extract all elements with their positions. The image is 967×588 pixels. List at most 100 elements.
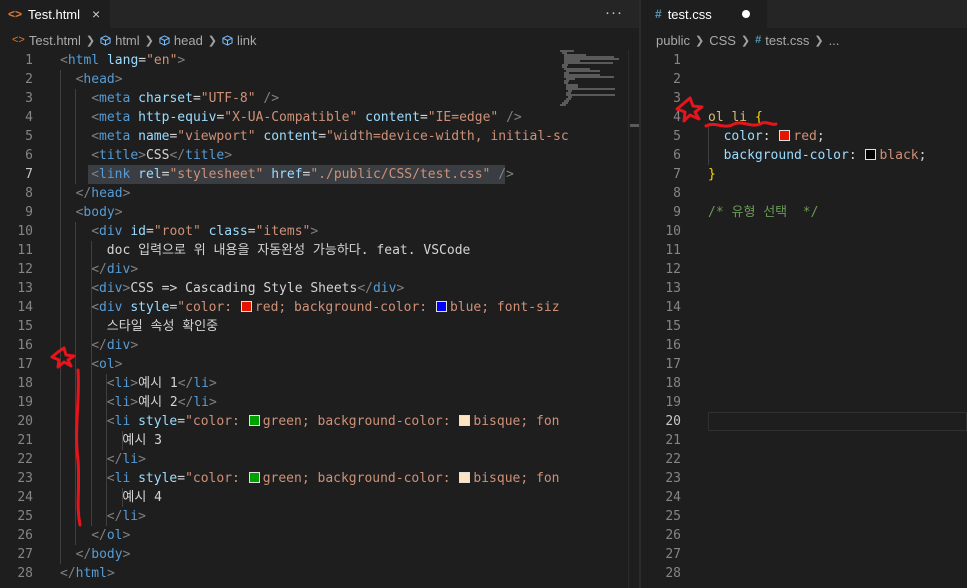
- line-number: 6: [25, 148, 33, 163]
- breadcrumb-html[interactable]: html: [100, 33, 140, 48]
- tab-test-css[interactable]: # test.css: [641, 0, 767, 28]
- code-text: <li style="color: green; background-colo…: [106, 414, 560, 429]
- code-line[interactable]: 15 스타일 속성 확인중: [0, 317, 639, 336]
- scrollbar-thumb[interactable]: [630, 124, 639, 127]
- code-line[interactable]: 2 <head>: [0, 70, 639, 89]
- line-number: 26: [665, 528, 681, 543]
- code-line[interactable]: 4 ol li {: [641, 108, 967, 127]
- breadcrumb-css-folder[interactable]: CSS: [709, 33, 736, 48]
- code-line[interactable]: 13: [641, 279, 967, 298]
- code-line[interactable]: 26 </ol>: [0, 526, 639, 545]
- code-line[interactable]: 10 <div id="root" class="items">: [0, 222, 639, 241]
- code-line[interactable]: 8 </head>: [0, 184, 639, 203]
- more-actions-icon[interactable]: ···: [605, 4, 623, 21]
- code-line[interactable]: 3: [641, 89, 967, 108]
- color-swatch[interactable]: [459, 415, 471, 426]
- color-swatch[interactable]: [240, 301, 252, 312]
- breadcrumb-head[interactable]: head: [159, 33, 203, 48]
- code-line[interactable]: 11 doc 입력으로 위 내용을 자동완성 가능하다. feat. VSCode: [0, 241, 639, 260]
- code-line[interactable]: 27: [641, 545, 967, 564]
- color-swatch[interactable]: [459, 472, 471, 483]
- symbol-cube-icon: [159, 34, 170, 46]
- code-text: color: red;: [723, 129, 825, 144]
- code-line[interactable]: 25 </li>: [0, 507, 639, 526]
- code-line[interactable]: 8: [641, 184, 967, 203]
- code-line[interactable]: 1: [641, 51, 967, 70]
- indent-guide: [75, 89, 76, 184]
- code-line[interactable]: 18 <li>예시 1</li>: [0, 374, 639, 393]
- line-number: 27: [17, 547, 33, 562]
- code-line[interactable]: 23 <li style="color: green; background-co…: [0, 469, 639, 488]
- tab-label: Test.html: [28, 6, 81, 22]
- line-number: 9: [25, 205, 33, 220]
- line-number: 15: [17, 319, 33, 334]
- color-swatch[interactable]: [865, 149, 877, 160]
- code-line[interactable]: 27 </body>: [0, 545, 639, 564]
- html-editor-pane[interactable]: <> Test.html × ··· <> Test.html ❯ html ❯…: [0, 0, 639, 588]
- breadcrumb-ellipsis[interactable]: ...: [829, 33, 840, 48]
- code-line[interactable]: 1 <html lang="en">: [0, 51, 639, 70]
- code-text: <meta charset="UTF-8" />: [91, 91, 280, 106]
- breadcrumb-file[interactable]: # test.css: [755, 33, 809, 48]
- code-line[interactable]: 10: [641, 222, 967, 241]
- close-icon[interactable]: ×: [92, 6, 100, 22]
- code-line[interactable]: 20 <li style="color: green; background-co…: [0, 412, 639, 431]
- code-line[interactable]: 12 </div>: [0, 260, 639, 279]
- color-swatch[interactable]: [435, 301, 447, 312]
- code-line[interactable]: 24 예시 4: [0, 488, 639, 507]
- code-line[interactable]: 28: [641, 564, 967, 583]
- color-swatch[interactable]: [248, 472, 260, 483]
- unsaved-dot-icon[interactable]: [741, 10, 750, 18]
- code-line[interactable]: 21: [641, 431, 967, 450]
- code-line[interactable]: 17: [641, 355, 967, 374]
- code-line[interactable]: 9 <body>: [0, 203, 639, 222]
- breadcrumb-file[interactable]: <> Test.html: [12, 33, 81, 48]
- code-line[interactable]: 14: [641, 298, 967, 317]
- color-swatch[interactable]: [779, 130, 791, 141]
- code-line[interactable]: 28 </html>: [0, 564, 639, 583]
- css-editor-pane[interactable]: # test.css public ❯ CSS ❯ # test.css ❯ .…: [641, 0, 967, 588]
- code-line[interactable]: 13 <div>CSS => Cascading Style Sheets</di…: [0, 279, 639, 298]
- breadcrumb-public[interactable]: public: [656, 33, 690, 48]
- code-line[interactable]: 19 <li>예시 2</li>: [0, 393, 639, 412]
- code-line[interactable]: 23: [641, 469, 967, 488]
- code-line[interactable]: 7 <link rel="stylesheet" href="./public/C…: [0, 165, 639, 184]
- code-line[interactable]: 24: [641, 488, 967, 507]
- line-number: 10: [17, 224, 33, 239]
- code-line[interactable]: 6 <title>CSS</title>: [0, 146, 639, 165]
- line-number: 21: [665, 433, 681, 448]
- color-swatch[interactable]: [248, 415, 260, 426]
- code-line[interactable]: 21 예시 3: [0, 431, 639, 450]
- code-line[interactable]: 14 <div style="color: red; background-col…: [0, 298, 639, 317]
- code-line[interactable]: 5 color: red;: [641, 127, 967, 146]
- code-text: </html>: [60, 566, 115, 581]
- code-line[interactable]: 19: [641, 393, 967, 412]
- vertical-scrollbar[interactable]: [628, 50, 639, 588]
- code-line[interactable]: 17 <ol>: [0, 355, 639, 374]
- code-line[interactable]: 3 <meta charset="UTF-8" />: [0, 89, 639, 108]
- code-text: 예시 4: [122, 490, 162, 505]
- code-line[interactable]: 11: [641, 241, 967, 260]
- tab-test-html[interactable]: <> Test.html ×: [0, 0, 110, 28]
- breadcrumb-link[interactable]: link: [222, 33, 257, 48]
- code-line[interactable]: 22 </li>: [0, 450, 639, 469]
- code-line[interactable]: 2: [641, 70, 967, 89]
- code-line[interactable]: 6 background-color: black;: [641, 146, 967, 165]
- code-line[interactable]: 12: [641, 260, 967, 279]
- code-text: <ol>: [91, 357, 123, 372]
- css-code-area[interactable]: 1 2 3 4 ol li {5 color: red; 6 background-color…: [641, 50, 967, 588]
- code-line[interactable]: 16: [641, 336, 967, 355]
- code-line[interactable]: 25: [641, 507, 967, 526]
- code-line[interactable]: 9 /* 유형 선택 */: [641, 203, 967, 222]
- code-line[interactable]: 22: [641, 450, 967, 469]
- code-line[interactable]: 16 </div>: [0, 336, 639, 355]
- minimap[interactable]: [560, 50, 628, 110]
- code-line[interactable]: 7}: [641, 165, 967, 184]
- code-line[interactable]: 4 <meta http-equiv="X-UA-Compatible" cont…: [0, 108, 639, 127]
- html-code-area[interactable]: 1 <html lang="en"> 2 <head> 3 <meta charset="…: [0, 50, 639, 588]
- code-line[interactable]: 15: [641, 317, 967, 336]
- line-number: 20: [665, 414, 681, 429]
- code-line[interactable]: 5 <meta name="viewport" content="width=de…: [0, 127, 639, 146]
- code-line[interactable]: 26: [641, 526, 967, 545]
- code-line[interactable]: 18: [641, 374, 967, 393]
